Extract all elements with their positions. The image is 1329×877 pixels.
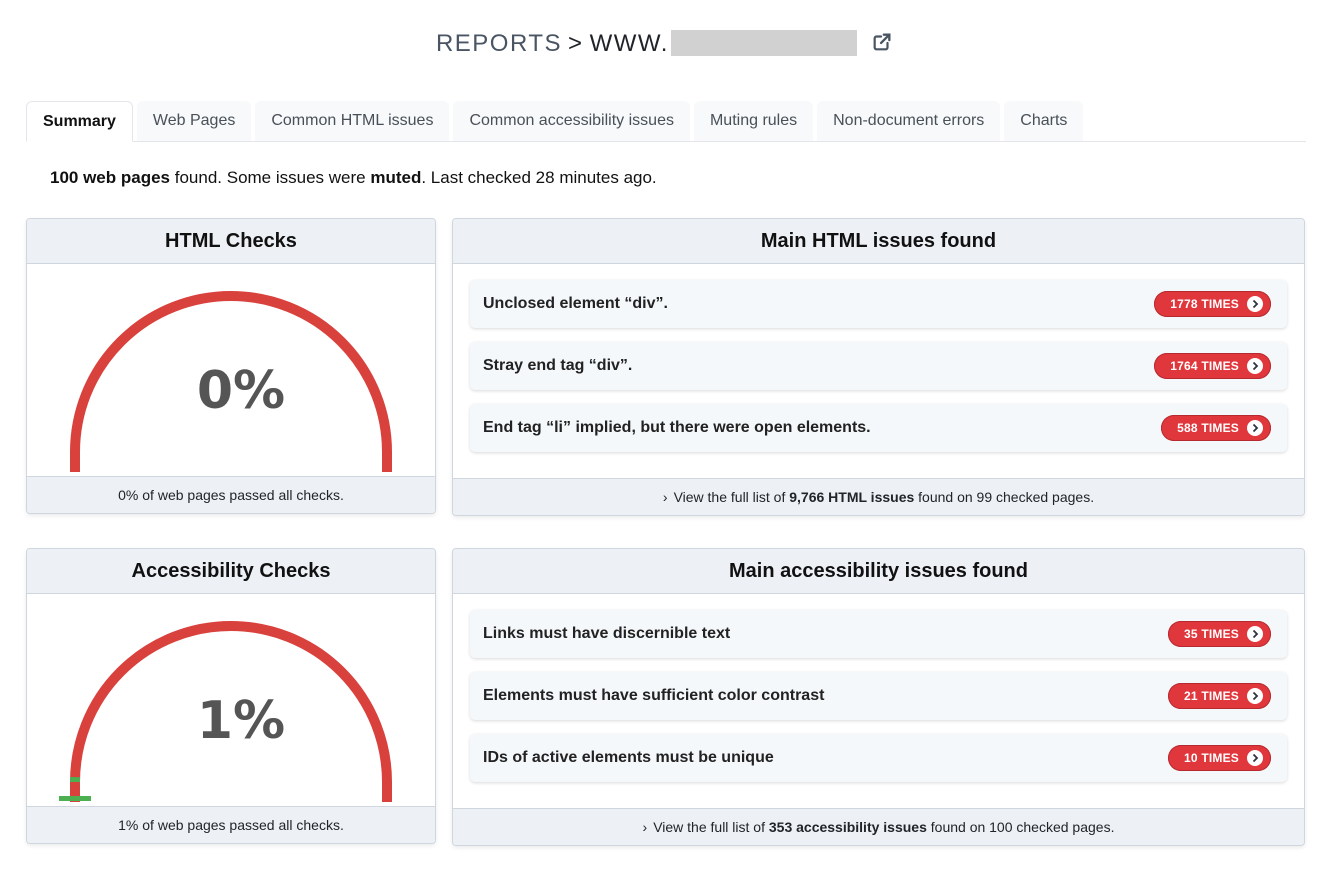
breadcrumb-separator: > <box>568 30 584 57</box>
accessibility-checks-footer: 1% of web pages passed all checks. <box>27 806 435 843</box>
html-issues-card: Main HTML issues found Unclosed element … <box>452 218 1305 516</box>
issue-count: 1778 TIMES <box>1170 297 1239 311</box>
footer-suffix: found on 99 checked pages. <box>914 489 1095 505</box>
issue-count-button[interactable]: 10 TIMES <box>1168 745 1271 771</box>
issue-count-button[interactable]: 1764 TIMES <box>1154 353 1271 379</box>
tab-web-pages[interactable]: Web Pages <box>136 101 252 141</box>
gauge-pass-marker <box>59 796 91 801</box>
summary-text: found. Some issues were <box>170 168 371 187</box>
html-checks-title: HTML Checks <box>27 219 435 264</box>
gauge-percent: 1% <box>197 691 285 751</box>
issue-row: Links must have discernible text 35 TIME… <box>470 610 1287 658</box>
page-title: REPORTS > WWW. <box>0 28 1329 60</box>
html-issues-full-list-link[interactable]: › View the full list of 9,766 HTML issues… <box>453 478 1304 515</box>
issue-text: IDs of active elements must be unique <box>483 749 774 766</box>
issue-row: Unclosed element “div”. 1778 TIMES <box>470 280 1287 328</box>
footer-prefix: View the full list of <box>673 489 790 505</box>
issue-text: Stray end tag “div”. <box>483 357 633 374</box>
issue-count: 588 TIMES <box>1177 421 1239 435</box>
chevron-right-icon: › <box>642 819 648 835</box>
issue-row: End tag “li” implied, but there were ope… <box>470 404 1287 452</box>
redacted-hostname <box>670 30 857 56</box>
footer-total: 353 accessibility issues <box>768 819 927 835</box>
issue-count-button[interactable]: 588 TIMES <box>1161 415 1271 441</box>
issue-count: 10 TIMES <box>1184 751 1239 765</box>
issue-count-button[interactable]: 1778 TIMES <box>1154 291 1271 317</box>
issue-count: 35 TIMES <box>1184 627 1239 641</box>
chevron-right-icon <box>1247 296 1263 312</box>
html-checks-card: HTML Checks 0% 0% of web pages passed al… <box>26 218 436 514</box>
chevron-right-icon <box>1247 688 1263 704</box>
chevron-right-icon <box>1247 358 1263 374</box>
issue-count: 21 TIMES <box>1184 689 1239 703</box>
chevron-right-icon: › <box>662 489 668 505</box>
issue-text: Elements must have sufficient color cont… <box>483 687 825 704</box>
chevron-right-icon <box>1247 626 1263 642</box>
accessibility-checks-title: Accessibility Checks <box>27 549 435 594</box>
external-link-icon[interactable] <box>871 31 893 53</box>
accessibility-issues-card: Main accessibility issues found Links mu… <box>452 548 1305 846</box>
report-tabs: Summary Web Pages Common HTML issues Com… <box>26 101 1306 142</box>
site-host: WWW. <box>589 30 669 57</box>
accessibility-issues-list: Links must have discernible text 35 TIME… <box>453 594 1304 782</box>
footer-suffix: found on 100 checked pages. <box>926 819 1115 835</box>
issue-count: 1764 TIMES <box>1170 359 1239 373</box>
last-checked: . Last checked 28 minutes ago. <box>421 168 657 187</box>
breadcrumb-reports[interactable]: REPORTS <box>436 30 562 57</box>
issue-count-button[interactable]: 35 TIMES <box>1168 621 1271 647</box>
html-checks-gauge: 0% <box>70 291 392 472</box>
accessibility-checks-gauge: 1% <box>59 621 392 802</box>
issue-text: End tag “li” implied, but there were ope… <box>483 419 871 436</box>
tab-charts[interactable]: Charts <box>1004 101 1084 141</box>
issue-row: Elements must have sufficient color cont… <box>470 672 1287 720</box>
issue-row: IDs of active elements must be unique 10… <box>470 734 1287 782</box>
accessibility-issues-full-list-link[interactable]: › View the full list of 353 accessibility… <box>453 808 1304 845</box>
tab-common-accessibility-issues[interactable]: Common accessibility issues <box>453 101 690 141</box>
html-checks-footer: 0% of web pages passed all checks. <box>27 476 435 513</box>
tab-summary[interactable]: Summary <box>26 101 133 142</box>
issue-count-button[interactable]: 21 TIMES <box>1168 683 1271 709</box>
chevron-right-icon <box>1247 750 1263 766</box>
html-issues-list: Unclosed element “div”. 1778 TIMES Stray… <box>453 264 1304 452</box>
muted-label: muted <box>370 168 422 187</box>
pages-count: 100 web pages <box>50 168 171 187</box>
footer-total: 9,766 HTML issues <box>789 489 915 505</box>
issue-text: Unclosed element “div”. <box>483 295 668 312</box>
tab-muting-rules[interactable]: Muting rules <box>693 101 814 141</box>
accessibility-issues-title: Main accessibility issues found <box>453 549 1304 594</box>
footer-prefix: View the full list of <box>653 819 769 835</box>
accessibility-checks-card: Accessibility Checks 1% 1% of web pages … <box>26 548 436 844</box>
gauge-percent: 0% <box>197 361 285 421</box>
html-issues-title: Main HTML issues found <box>453 219 1304 264</box>
tab-non-document-errors[interactable]: Non-document errors <box>817 101 1001 141</box>
summary-status: 100 web pages found. Some issues were mu… <box>50 168 657 188</box>
tab-common-html-issues[interactable]: Common HTML issues <box>255 101 450 141</box>
chevron-right-icon <box>1247 420 1263 436</box>
issue-row: Stray end tag “div”. 1764 TIMES <box>470 342 1287 390</box>
issue-text: Links must have discernible text <box>483 625 731 642</box>
